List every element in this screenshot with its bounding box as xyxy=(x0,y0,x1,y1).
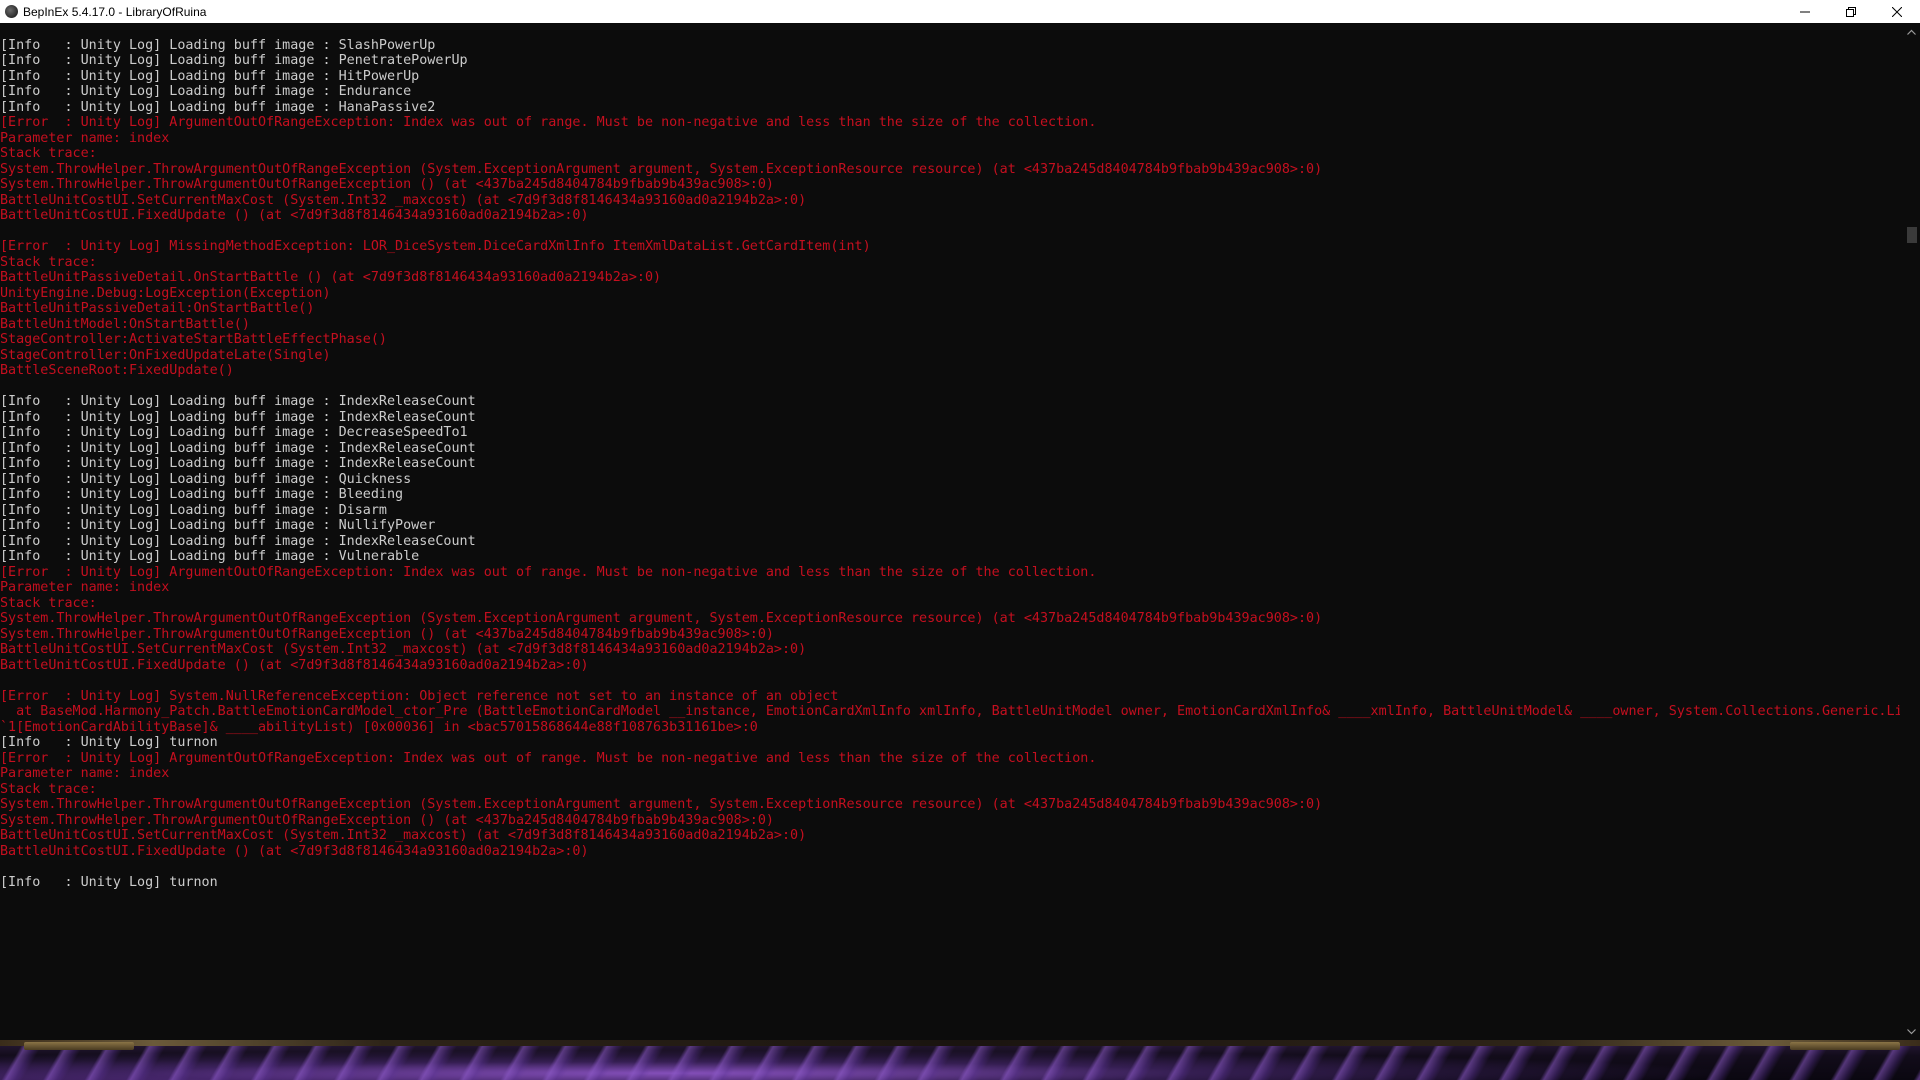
log-line-error: at BaseMod.Harmony_Patch.BattleEmotionCa… xyxy=(0,704,1900,719)
log-line-info: [Info : Unity Log] Loading buff image : … xyxy=(0,471,412,487)
minimize-button[interactable] xyxy=(1782,0,1828,23)
log-line-error: Parameter name: index xyxy=(0,580,170,595)
log-line-error: BattleSceneRoot:FixedUpdate() xyxy=(0,363,234,378)
log-line-error: Parameter name: index xyxy=(0,766,170,781)
log-line-error: BattleUnitPassiveDetail:OnStartBattle() xyxy=(0,301,315,316)
close-button[interactable] xyxy=(1874,0,1920,23)
gold-ornament-left xyxy=(24,1042,134,1050)
log-line-error: [Error : Unity Log] ArgumentOutOfRangeEx… xyxy=(0,564,1097,580)
scroll-down-button[interactable] xyxy=(1903,1023,1920,1040)
console-window: BepInEx 5.4.17.0 - LibraryOfRuina [Info … xyxy=(0,0,1920,1040)
background-game-banner xyxy=(0,1040,1920,1080)
log-line-info: [Info : Unity Log] Loading buff image : … xyxy=(0,549,420,564)
vertical-scrollbar[interactable] xyxy=(1903,23,1920,1040)
log-line-info: [Info : Unity Log] Loading buff image : … xyxy=(0,425,468,440)
log-line-blank xyxy=(0,379,1900,395)
log-line-error: Stack trace: xyxy=(0,254,97,270)
restore-icon xyxy=(1846,6,1856,17)
log-line-blank xyxy=(0,673,1900,689)
log-line-error: `1[EmotionCardAbilityBase]& ____abilityL… xyxy=(0,719,758,735)
close-icon xyxy=(1892,6,1902,17)
log-line-info: [Info : Unity Log] Loading buff image : … xyxy=(0,68,420,84)
gold-ornament-right xyxy=(1790,1042,1900,1050)
log-line-error: Stack trace: xyxy=(0,781,97,797)
log-line-info: [Info : Unity Log] Loading buff image : … xyxy=(0,533,476,549)
log-line-error: BattleUnitModel:OnStartBattle() xyxy=(0,316,250,332)
log-line-error: [Error : Unity Log] System.NullReference… xyxy=(0,688,839,704)
log-line-error: Stack trace: xyxy=(0,595,97,611)
log-line-error: [Error : Unity Log] ArgumentOutOfRangeEx… xyxy=(0,750,1097,766)
bepinex-app-icon[interactable] xyxy=(5,5,18,18)
console-output[interactable]: [Info : Unity Log] Loading buff image : … xyxy=(0,38,1900,1038)
log-line-error: UnityEngine.Debug:LogException(Exception… xyxy=(0,285,331,301)
log-line-info: [Info : Unity Log] turnon xyxy=(0,874,218,890)
log-line-info: [Info : Unity Log] Loading buff image : … xyxy=(0,456,476,471)
title-bar[interactable]: BepInEx 5.4.17.0 - LibraryOfRuina xyxy=(0,0,1920,23)
scroll-up-button[interactable] xyxy=(1903,23,1920,40)
log-line-error: System.ThrowHelper.ThrowArgumentOutOfRan… xyxy=(0,611,1323,626)
log-line-error: System.ThrowHelper.ThrowArgumentOutOfRan… xyxy=(0,626,774,642)
log-line-error: BattleUnitCostUI.SetCurrentMaxCost (Syst… xyxy=(0,192,807,208)
log-line-info: [Info : Unity Log] Loading buff image : … xyxy=(0,409,476,425)
log-line-error: [Error : Unity Log] MissingMethodExcepti… xyxy=(0,239,871,254)
log-line-error: System.ThrowHelper.ThrowArgumentOutOfRan… xyxy=(0,161,1323,177)
log-line-info: [Info : Unity Log] turnon xyxy=(0,735,218,750)
log-line-error: [Error : Unity Log] ArgumentOutOfRangeEx… xyxy=(0,115,1097,130)
caption-buttons xyxy=(1782,0,1920,23)
log-line-error: BattleUnitCostUI.SetCurrentMaxCost (Syst… xyxy=(0,828,807,843)
scroll-thumb[interactable] xyxy=(1907,227,1917,243)
log-line-error: System.ThrowHelper.ThrowArgumentOutOfRan… xyxy=(0,812,774,828)
log-line-error: BattleUnitCostUI.FixedUpdate () (at <7d9… xyxy=(0,657,589,673)
log-line-info: [Info : Unity Log] Loading buff image : … xyxy=(0,99,436,115)
log-line-info: [Info : Unity Log] Loading buff image : … xyxy=(0,440,476,456)
log-line-info: [Info : Unity Log] Loading buff image : … xyxy=(0,518,436,533)
log-line-error: System.ThrowHelper.ThrowArgumentOutOfRan… xyxy=(0,797,1323,812)
gold-trim xyxy=(0,1040,1920,1046)
log-line-error: BattleUnitCostUI.FixedUpdate () (at <7d9… xyxy=(0,208,589,223)
log-line-blank xyxy=(0,859,1900,875)
log-line-info: [Info : Unity Log] Loading buff image : … xyxy=(0,502,387,518)
log-line-info: [Info : Unity Log] Loading buff image : … xyxy=(0,53,468,68)
log-line-info: [Info : Unity Log] Loading buff image : … xyxy=(0,38,436,53)
log-line-error: BattleUnitCostUI.FixedUpdate () (at <7d9… xyxy=(0,843,589,859)
log-line-error: System.ThrowHelper.ThrowArgumentOutOfRan… xyxy=(0,177,774,192)
purple-pattern xyxy=(0,1046,1920,1080)
log-line-error: StageController:OnFixedUpdateLate(Single… xyxy=(0,347,331,363)
minimize-icon xyxy=(1800,11,1810,12)
log-line-error: StageController:ActivateStartBattleEffec… xyxy=(0,332,387,347)
log-line-error: Stack trace: xyxy=(0,146,97,161)
restore-button[interactable] xyxy=(1828,0,1874,23)
window-title: BepInEx 5.4.17.0 - LibraryOfRuina xyxy=(23,4,207,19)
log-line-error: BattleUnitPassiveDetail.OnStartBattle ()… xyxy=(0,270,662,285)
log-line-blank xyxy=(0,224,1900,240)
chevron-up-icon xyxy=(1907,29,1916,35)
log-line-info: [Info : Unity Log] Loading buff image : … xyxy=(0,394,476,409)
log-line-error: BattleUnitCostUI.SetCurrentMaxCost (Syst… xyxy=(0,642,807,657)
log-line-error: Parameter name: index xyxy=(0,130,170,146)
log-line-info: [Info : Unity Log] Loading buff image : … xyxy=(0,84,412,99)
log-line-info: [Info : Unity Log] Loading buff image : … xyxy=(0,487,404,502)
chevron-down-icon xyxy=(1907,1028,1916,1034)
